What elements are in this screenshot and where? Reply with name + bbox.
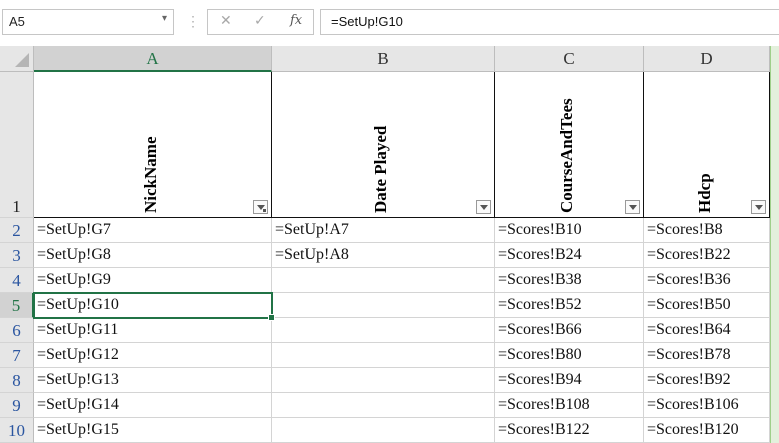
- cell-d10[interactable]: =Scores!B120: [644, 418, 770, 443]
- row-header-10[interactable]: 10: [0, 418, 34, 443]
- row-header-7[interactable]: 7: [0, 343, 34, 368]
- cell-b2[interactable]: =SetUp!A7: [272, 218, 495, 243]
- cell-b6[interactable]: [272, 318, 495, 343]
- row-header-6[interactable]: 6: [0, 318, 34, 343]
- header-label-date-played: Date Played: [371, 125, 390, 213]
- row-header-9[interactable]: 9: [0, 393, 34, 418]
- cell-a7[interactable]: =SetUp!G12: [34, 343, 272, 368]
- header-label-hdcp: Hdcp: [694, 173, 714, 213]
- cell-d5[interactable]: =Scores!B50: [644, 293, 770, 318]
- name-box[interactable]: A5 ▾: [2, 9, 174, 35]
- cell-d3[interactable]: =Scores!B22: [644, 243, 770, 268]
- formula-buttons: ✕ ✓ fx: [207, 9, 314, 35]
- row-header-3[interactable]: 3: [0, 243, 34, 268]
- column-header-a[interactable]: A: [34, 46, 272, 72]
- row-header-8[interactable]: 8: [0, 368, 34, 393]
- header-label-course-and-tees: CourseAndTees: [557, 98, 576, 213]
- row-header-4[interactable]: 4: [0, 268, 34, 293]
- filter-active-icon[interactable]: [253, 200, 268, 214]
- select-all-triangle-icon: [15, 53, 29, 67]
- row-header-5[interactable]: 5: [0, 293, 34, 318]
- select-all-corner[interactable]: [0, 46, 34, 72]
- cell-b5[interactable]: [272, 293, 495, 318]
- cell-c2[interactable]: =Scores!B10: [495, 218, 644, 243]
- enter-icon[interactable]: ✓: [254, 13, 266, 29]
- cell-a5[interactable]: =SetUp!G10: [34, 293, 272, 318]
- cell-d9[interactable]: =Scores!B106: [644, 393, 770, 418]
- cell-d8[interactable]: =Scores!B92: [644, 368, 770, 393]
- cell-a10[interactable]: =SetUp!G15: [34, 418, 272, 443]
- name-box-value: A5: [9, 14, 25, 29]
- cell-c5[interactable]: =Scores!B52: [495, 293, 644, 318]
- header-label-nickname: NickName: [140, 136, 160, 213]
- cancel-icon[interactable]: ✕: [220, 13, 232, 29]
- chevron-down-icon[interactable]: ▾: [162, 13, 167, 24]
- cell-d7[interactable]: =Scores!B78: [644, 343, 770, 368]
- filter-dropdown-icon[interactable]: [476, 200, 491, 214]
- cell-a6[interactable]: =SetUp!G11: [34, 318, 272, 343]
- header-cell-hdcp[interactable]: Hdcp: [644, 72, 770, 218]
- cell-b10[interactable]: [272, 418, 495, 443]
- cell-a2[interactable]: =SetUp!G7: [34, 218, 272, 243]
- cell-c8[interactable]: =Scores!B94: [495, 368, 644, 393]
- cell-a4[interactable]: =SetUp!G9: [34, 268, 272, 293]
- insert-function-icon[interactable]: fx: [290, 13, 302, 28]
- cell-d2[interactable]: =Scores!B8: [644, 218, 770, 243]
- cell-c9[interactable]: =Scores!B108: [495, 393, 644, 418]
- cell-b7[interactable]: [272, 343, 495, 368]
- cell-d6[interactable]: =Scores!B64: [644, 318, 770, 343]
- filter-dropdown-icon[interactable]: [751, 200, 766, 214]
- header-cell-date-played[interactable]: Date Played: [272, 72, 495, 218]
- formula-bar: A5 ▾ ⋮ ✕ ✓ fx =SetUp!G10: [0, 0, 779, 47]
- cell-a3[interactable]: =SetUp!G8: [34, 243, 272, 268]
- column-header-c[interactable]: C: [495, 46, 644, 72]
- cell-b3[interactable]: =SetUp!A8: [272, 243, 495, 268]
- column-header-b[interactable]: B: [272, 46, 495, 72]
- cell-d4[interactable]: =Scores!B36: [644, 268, 770, 293]
- cell-c3[interactable]: =Scores!B24: [495, 243, 644, 268]
- more-options-icon[interactable]: ⋮: [186, 13, 200, 30]
- row-header-2[interactable]: 2: [0, 218, 34, 243]
- cell-b9[interactable]: [272, 393, 495, 418]
- header-cell-course-and-tees[interactable]: CourseAndTees: [495, 72, 644, 218]
- cell-c10[interactable]: =Scores!B122: [495, 418, 644, 443]
- header-cell-nickname[interactable]: NickName: [34, 72, 272, 218]
- row-header-1[interactable]: 1: [0, 72, 34, 218]
- column-e-edge: [770, 46, 779, 443]
- cell-c7[interactable]: =Scores!B80: [495, 343, 644, 368]
- column-header-d[interactable]: D: [644, 46, 770, 72]
- cell-a9[interactable]: =SetUp!G14: [34, 393, 272, 418]
- cell-b4[interactable]: [272, 268, 495, 293]
- cell-c4[interactable]: =Scores!B38: [495, 268, 644, 293]
- cell-c6[interactable]: =Scores!B66: [495, 318, 644, 343]
- cell-a8[interactable]: =SetUp!G13: [34, 368, 272, 393]
- filter-dropdown-icon[interactable]: [625, 200, 640, 214]
- formula-input[interactable]: =SetUp!G10: [320, 9, 779, 35]
- cell-b8[interactable]: [272, 368, 495, 393]
